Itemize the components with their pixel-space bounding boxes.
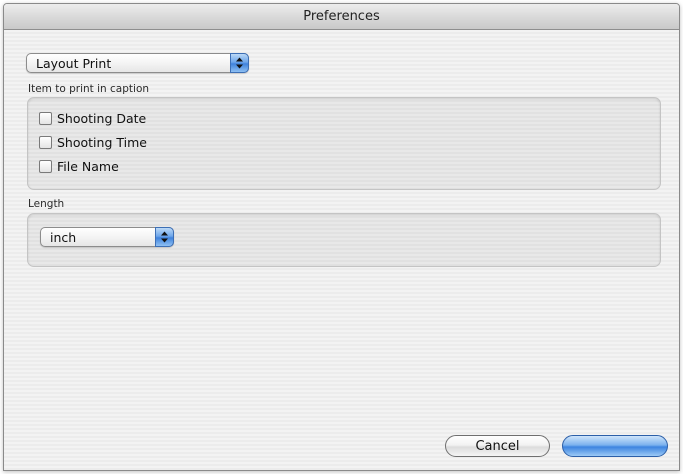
checkbox-shooting-time[interactable]: Shooting Time [39,133,147,151]
preferences-window: Preferences Layout Print Item to print i… [3,3,680,471]
category-popup-value: Layout Print [36,56,112,71]
cancel-button-label: Cancel [475,438,520,454]
checkbox-label: Shooting Date [57,110,147,126]
checkbox-shooting-date[interactable]: Shooting Date [39,109,146,127]
checkbox-icon[interactable] [39,159,52,173]
category-popup[interactable]: Layout Print [26,53,249,73]
checkbox-label: File Name [57,158,119,174]
checkbox-icon[interactable] [39,111,52,125]
length-unit-popup[interactable]: inch [40,227,174,247]
default-button[interactable] [562,435,668,457]
checkbox-icon[interactable] [39,135,52,149]
length-group-label: Length [28,198,65,210]
length-unit-value: inch [50,230,77,245]
popup-arrows-icon [155,227,174,247]
checkbox-file-name[interactable]: File Name [39,157,119,175]
popup-arrows-icon [230,53,249,73]
title-bar[interactable]: Preferences [4,4,679,30]
cancel-button[interactable]: Cancel [445,435,550,457]
caption-group-box: Shooting Date Shooting Time File Name [27,97,661,190]
checkbox-label: Shooting Time [57,134,147,150]
length-group-box: inch [27,213,661,267]
window-title: Preferences [303,9,380,24]
caption-group-label: Item to print in caption [28,83,150,95]
